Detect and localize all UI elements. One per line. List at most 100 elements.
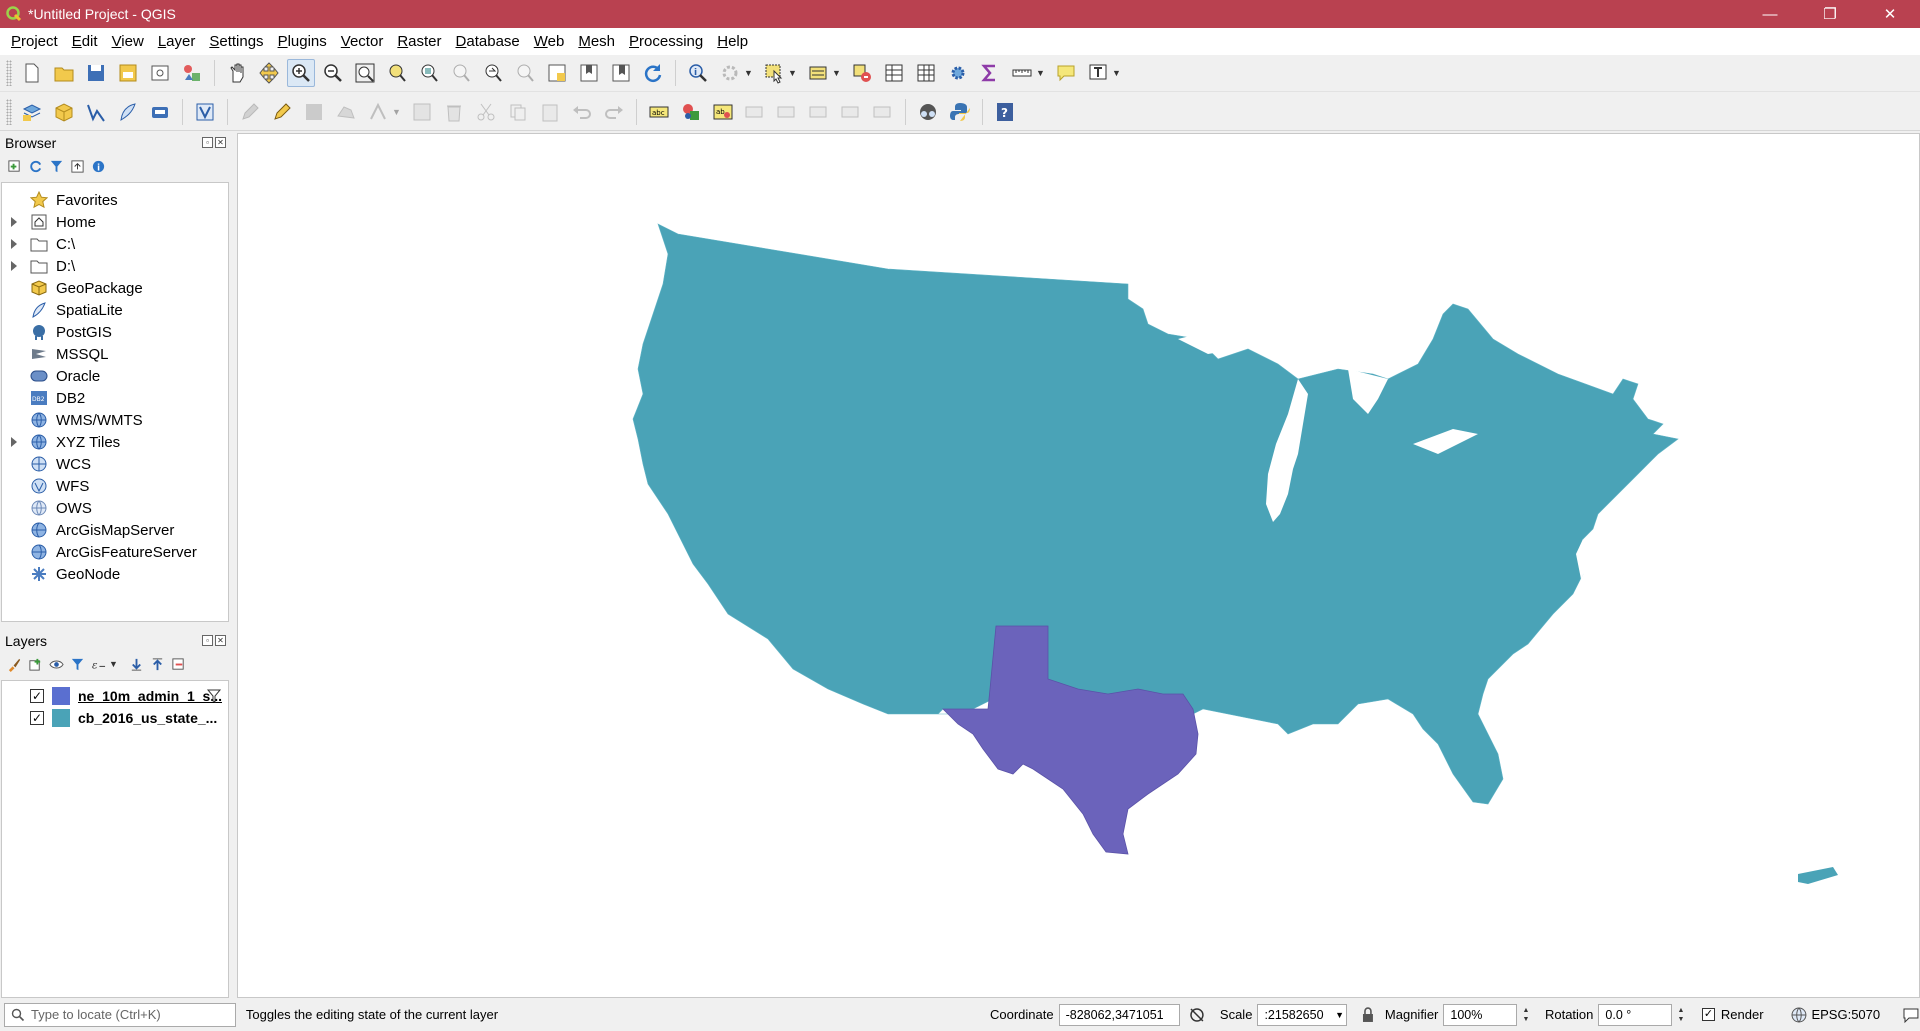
field-calculator-button[interactable] <box>912 59 940 87</box>
pan-map-button[interactable] <box>223 59 251 87</box>
attribute-table-button[interactable] <box>880 59 908 87</box>
add-feature-button[interactable] <box>332 98 360 126</box>
metasearch-button[interactable] <box>914 98 942 126</box>
filter-legend-button[interactable] <box>69 656 85 672</box>
chevron-down-icon[interactable]: ▼ <box>832 68 842 78</box>
expand-arrow-icon[interactable] <box>11 437 17 447</box>
browser-item-home[interactable]: Home <box>2 211 228 233</box>
save-as-button[interactable] <box>114 59 142 87</box>
statistics-button[interactable] <box>976 59 1004 87</box>
new-shapefile-layer-button[interactable] <box>82 98 110 126</box>
chevron-down-icon[interactable]: ▼ <box>744 68 754 78</box>
python-console-button[interactable] <box>946 98 974 126</box>
new-bookmark-button[interactable] <box>575 59 603 87</box>
close-panel-button[interactable]: ✕ <box>215 635 226 646</box>
zoom-to-selection-button[interactable] <box>383 59 411 87</box>
new-geopackage-layer-button[interactable] <box>50 98 78 126</box>
float-panel-button[interactable]: ▫ <box>202 635 213 646</box>
rotation-stepper[interactable]: ▲ ▼ <box>1674 1006 1688 1024</box>
rotate-label-button[interactable] <box>837 98 865 126</box>
layer-symbol-swatch[interactable] <box>52 687 70 705</box>
magnifier-spinbox[interactable]: 100% <box>1443 1003 1518 1026</box>
delete-selected-button[interactable] <box>440 98 468 126</box>
pan-to-selection-button[interactable] <box>255 59 283 87</box>
refresh-browser-button[interactable] <box>27 158 43 174</box>
expand-arrow-icon[interactable] <box>11 217 17 227</box>
menu-database[interactable]: Database <box>449 28 527 55</box>
chevron-down-icon[interactable]: ▼ <box>1036 68 1046 78</box>
chevron-down-icon[interactable]: ▼ <box>788 68 798 78</box>
browser-item-arcgis-map-server[interactable]: ArcGisMapServer <box>2 519 228 541</box>
browser-item-c-drive[interactable]: C:\ <box>2 233 228 255</box>
browser-item-ows[interactable]: OWS <box>2 497 228 519</box>
menu-vector[interactable]: Vector <box>334 28 391 55</box>
map-tips-button[interactable] <box>1052 59 1080 87</box>
zoom-last-button[interactable] <box>479 59 507 87</box>
collapse-all-button[interactable] <box>69 158 85 174</box>
zoom-native-button[interactable] <box>447 59 475 87</box>
browser-item-postgis[interactable]: PostGIS <box>2 321 228 343</box>
browser-item-d-drive[interactable]: D:\ <box>2 255 228 277</box>
manage-map-themes-button[interactable] <box>48 656 64 672</box>
browser-item-db2[interactable]: DB2 DB2 <box>2 387 228 409</box>
text-annotation-button[interactable] <box>1084 59 1112 87</box>
remove-layer-button[interactable] <box>170 656 186 672</box>
browser-item-arcgis-feature-server[interactable]: ArcGisFeatureServer <box>2 541 228 563</box>
zoom-next-button[interactable] <box>511 59 539 87</box>
browser-item-spatialite[interactable]: SpatiaLite <box>2 299 228 321</box>
modify-attributes-button[interactable] <box>408 98 436 126</box>
minimize-button[interactable]: — <box>1740 0 1800 28</box>
open-project-button[interactable] <box>50 59 78 87</box>
layer-row[interactable]: ✓ cb_2016_us_state_... <box>2 707 228 729</box>
expand-all-button[interactable] <box>128 656 144 672</box>
add-selected-layers-button[interactable] <box>6 158 22 174</box>
messages-icon[interactable] <box>1902 1006 1920 1024</box>
menu-layer[interactable]: Layer <box>151 28 203 55</box>
layer-styling-button[interactable] <box>6 656 22 672</box>
pin-labels-button[interactable] <box>741 98 769 126</box>
copy-features-button[interactable] <box>504 98 532 126</box>
browser-item-oracle[interactable]: Oracle <box>2 365 228 387</box>
expand-arrow-icon[interactable] <box>11 261 17 271</box>
style-manager-button[interactable] <box>178 59 206 87</box>
current-edits-button[interactable] <box>236 98 264 126</box>
filter-funnel-icon[interactable] <box>206 688 222 704</box>
measure-button[interactable] <box>1008 59 1036 87</box>
print-layout-button[interactable] <box>146 59 174 87</box>
locator-search-input[interactable]: Type to locate (Ctrl+K) <box>4 1002 236 1027</box>
vertex-tool-button[interactable] <box>364 98 392 126</box>
save-edits-button[interactable] <box>300 98 328 126</box>
browser-item-xyz-tiles[interactable]: XYZ Tiles <box>2 431 228 453</box>
float-panel-button[interactable]: ▫ <box>202 137 213 148</box>
menu-view[interactable]: View <box>105 28 151 55</box>
layer-visibility-checkbox[interactable]: ✓ <box>30 711 44 725</box>
save-project-button[interactable] <box>82 59 110 87</box>
toolbar-grip[interactable] <box>6 98 12 125</box>
chevron-down-icon[interactable]: ▼ <box>109 659 119 669</box>
browser-item-wcs[interactable]: WCS <box>2 453 228 475</box>
lock-icon[interactable] <box>1359 1006 1377 1024</box>
change-label-button[interactable] <box>869 98 897 126</box>
toggle-editing-button[interactable] <box>268 98 296 126</box>
zoom-in-button[interactable] <box>287 59 315 87</box>
browser-item-wms-wmts[interactable]: WMS/WMTS <box>2 409 228 431</box>
menu-edit[interactable]: Edit <box>65 28 105 55</box>
close-button[interactable]: ✕ <box>1860 0 1920 28</box>
properties-widget-button[interactable]: i <box>90 158 106 174</box>
layer-symbol-swatch[interactable] <box>52 709 70 727</box>
refresh-button[interactable] <box>639 59 667 87</box>
new-project-button[interactable] <box>18 59 46 87</box>
layer-row[interactable]: ✓ ne_10m_admin_1_s... <box>2 685 228 707</box>
menu-settings[interactable]: Settings <box>202 28 270 55</box>
zoom-to-layer-button[interactable] <box>415 59 443 87</box>
expand-arrow-icon[interactable] <box>11 239 17 249</box>
chevron-down-icon[interactable]: ▼ <box>1112 68 1122 78</box>
menu-processing[interactable]: Processing <box>622 28 710 55</box>
select-by-value-button[interactable] <box>804 59 832 87</box>
restore-button[interactable]: ❐ <box>1800 0 1860 28</box>
close-panel-button[interactable]: ✕ <box>215 137 226 148</box>
new-map-view-button[interactable] <box>543 59 571 87</box>
collapse-all-button[interactable] <box>149 656 165 672</box>
render-checkbox[interactable]: ✓ <box>1701 1008 1715 1021</box>
toolbar-grip[interactable] <box>6 60 12 86</box>
